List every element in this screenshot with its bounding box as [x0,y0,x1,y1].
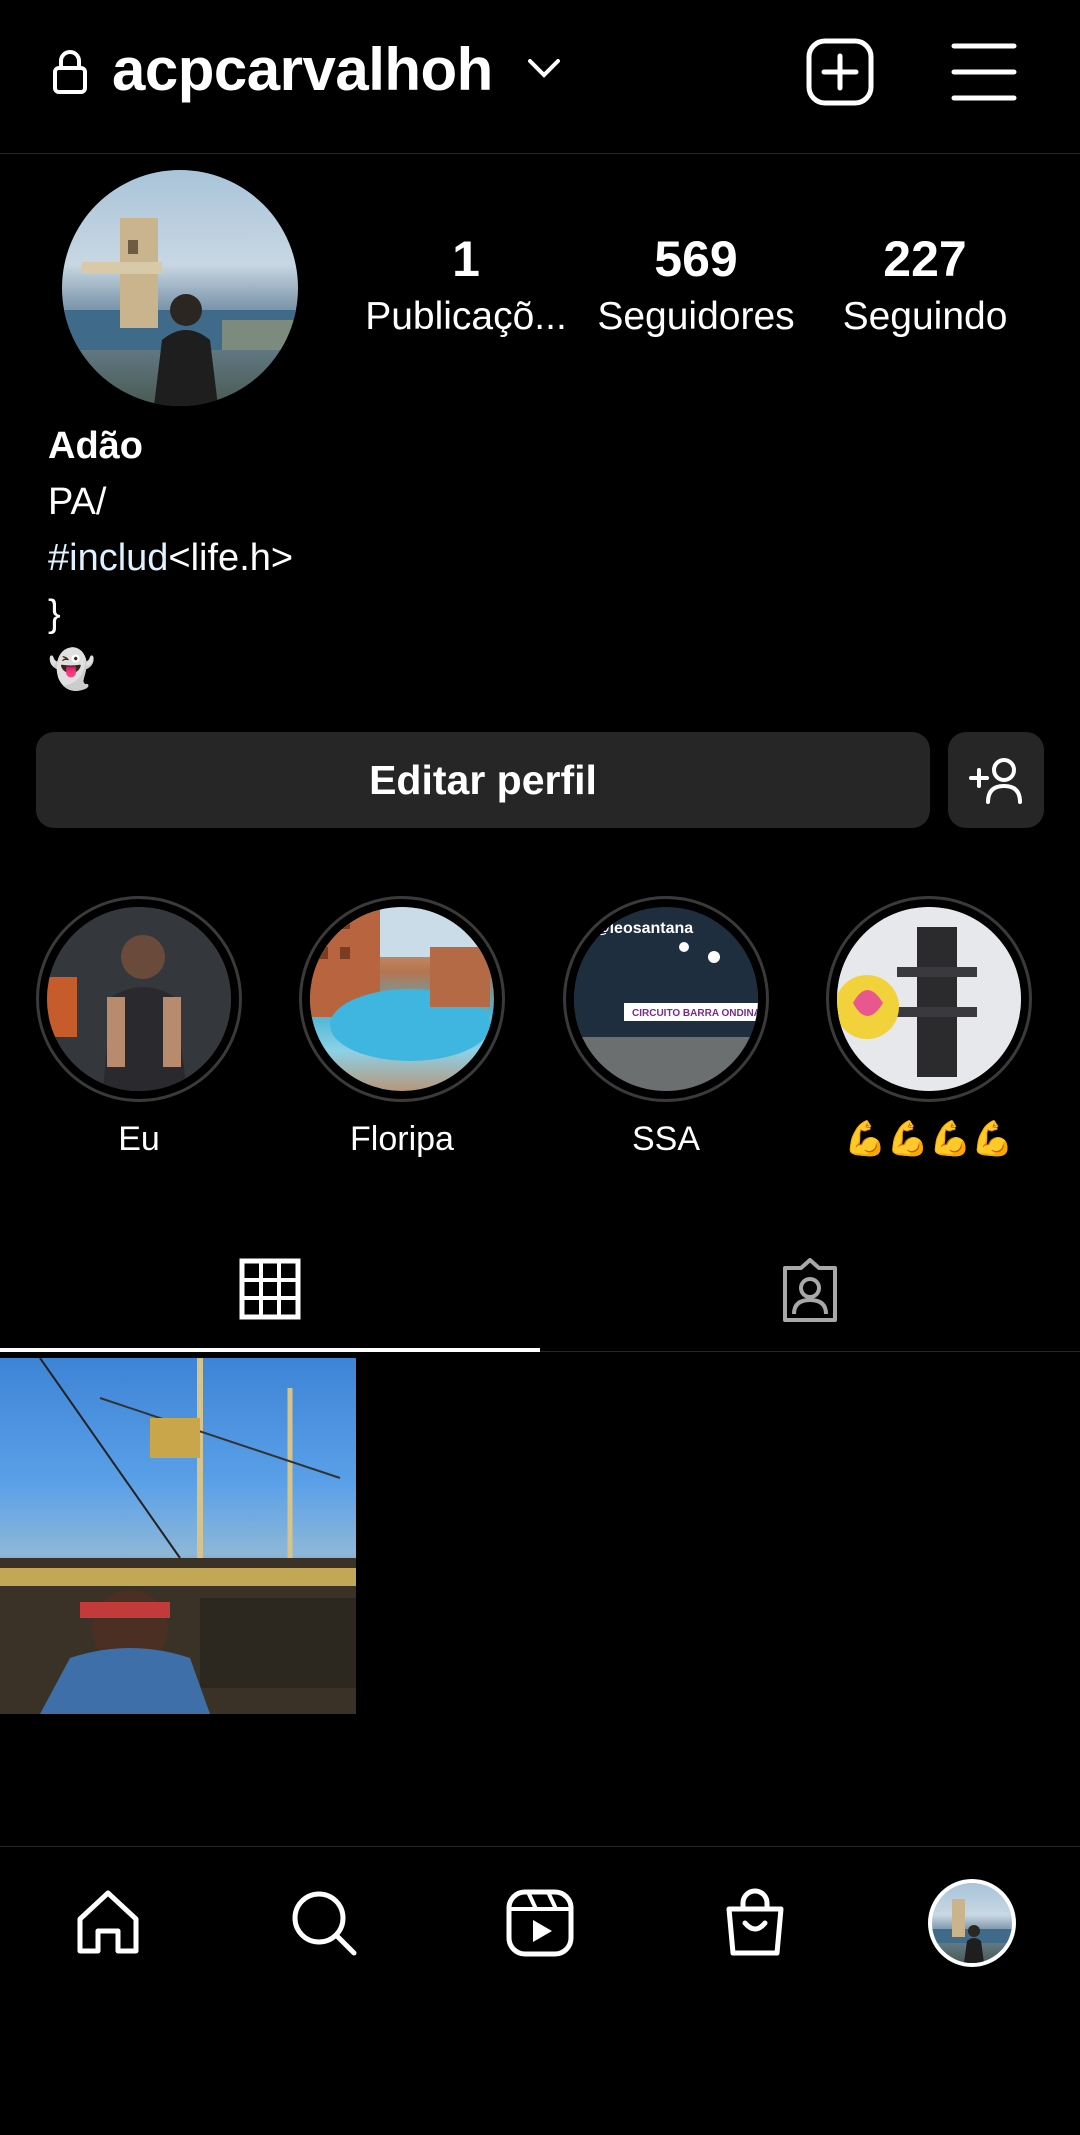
stat-posts-value: 1 [452,231,480,287]
username[interactable]: acpcarvalhoh [112,30,493,110]
highlight-photo [837,907,1021,1091]
highlight-label: SSA [631,1120,701,1158]
instagram-profile-screen: acpcarvalhoh 1 Publicaçõ... 569 Seguidor… [0,0,1080,2135]
highlight-label: Eu [118,1120,160,1158]
highlight-photo: @leosantana CIRCUITO BARRA ONDINA [574,907,758,1091]
edit-profile-button[interactable]: Editar perfil [36,732,930,828]
nav-reels[interactable] [492,1875,588,1971]
highlight-cover [837,907,1021,1091]
nav-search[interactable] [276,1875,372,1971]
bio-line-2: #includ<life.h> [48,530,293,586]
highlight-ring [299,896,505,1102]
highlight-overlay-text: @leosantana [594,920,693,937]
tab-grid[interactable] [0,1230,540,1352]
stat-posts[interactable]: 1 Publicaçõ... [356,228,576,344]
bottom-navigation [0,1846,1080,1996]
highlight-banner-text: CIRCUITO BARRA ONDINA [632,1008,758,1019]
bio-line-1: PA/ [48,481,107,523]
profile-tabs [0,1230,1080,1352]
avatar-photo [62,218,298,406]
profile-avatar-small [928,1879,1016,1967]
home-icon [77,1890,139,1954]
reels-icon [506,1889,574,1957]
post-thumbnail[interactable] [0,1358,356,1714]
shop-icon [726,1888,784,1956]
highlight-muscle[interactable]: 💪💪💪💪 [824,896,1034,1164]
tagged-icon [783,1258,837,1322]
highlight-photo [47,907,231,1091]
post-photo [0,1358,356,1714]
highlight-cover: @leosantana CIRCUITO BARRA ONDINA [574,907,758,1091]
bio-line-2-rest: <life.h> [168,537,294,579]
nav-shop[interactable] [707,1875,803,1971]
highlight-ring [826,896,1032,1102]
search-icon [292,1891,357,1956]
stat-following-label: Seguindo [842,295,1008,338]
bio-hashtag[interactable]: #includ [48,537,168,579]
tab-tagged[interactable] [540,1230,1080,1352]
highlight-cover [47,907,231,1091]
nav-profile[interactable] [924,1875,1020,1971]
add-person-icon [969,758,1022,804]
display-name: Adão [48,425,143,467]
highlight-photo [310,907,494,1061]
highlight-ring [36,896,242,1102]
plus-square-icon[interactable] [804,36,876,108]
highlight-eu[interactable]: Eu [34,896,244,1164]
stat-followers-label: Seguidores [597,295,795,338]
highlight-label: 💪💪💪💪 [844,1120,1014,1158]
stat-posts-label: Publicaçõ... [365,295,567,338]
highlight-cover [310,907,494,1091]
top-header: acpcarvalhoh [0,0,1080,154]
profile-bio: Adão PA/ #includ<life.h> } 👻 [48,418,293,698]
stat-followers-value: 569 [654,231,738,287]
stat-following[interactable]: 227 Seguindo [815,228,1035,344]
lock-icon [53,50,87,94]
profile-avatar[interactable] [62,170,298,406]
stat-following-value: 227 [883,231,967,287]
highlight-ring: @leosantana CIRCUITO BARRA ONDINA [563,896,769,1102]
discover-people-button[interactable] [948,732,1044,828]
highlight-ssa[interactable]: @leosantana CIRCUITO BARRA ONDINA SSA [561,896,771,1164]
grid-icon [239,1258,301,1320]
stat-followers[interactable]: 569 Seguidores [586,228,806,344]
bio-line-3: } [48,593,61,635]
avatar-photo-small [932,1899,1012,1963]
highlight-floripa[interactable]: Floripa [297,896,507,1164]
bio-line-4: 👻 [48,649,96,691]
hamburger-menu-icon[interactable] [948,36,1020,108]
nav-home[interactable] [60,1875,156,1971]
highlight-label: Floripa [350,1120,454,1158]
chevron-down-icon[interactable] [526,56,562,82]
